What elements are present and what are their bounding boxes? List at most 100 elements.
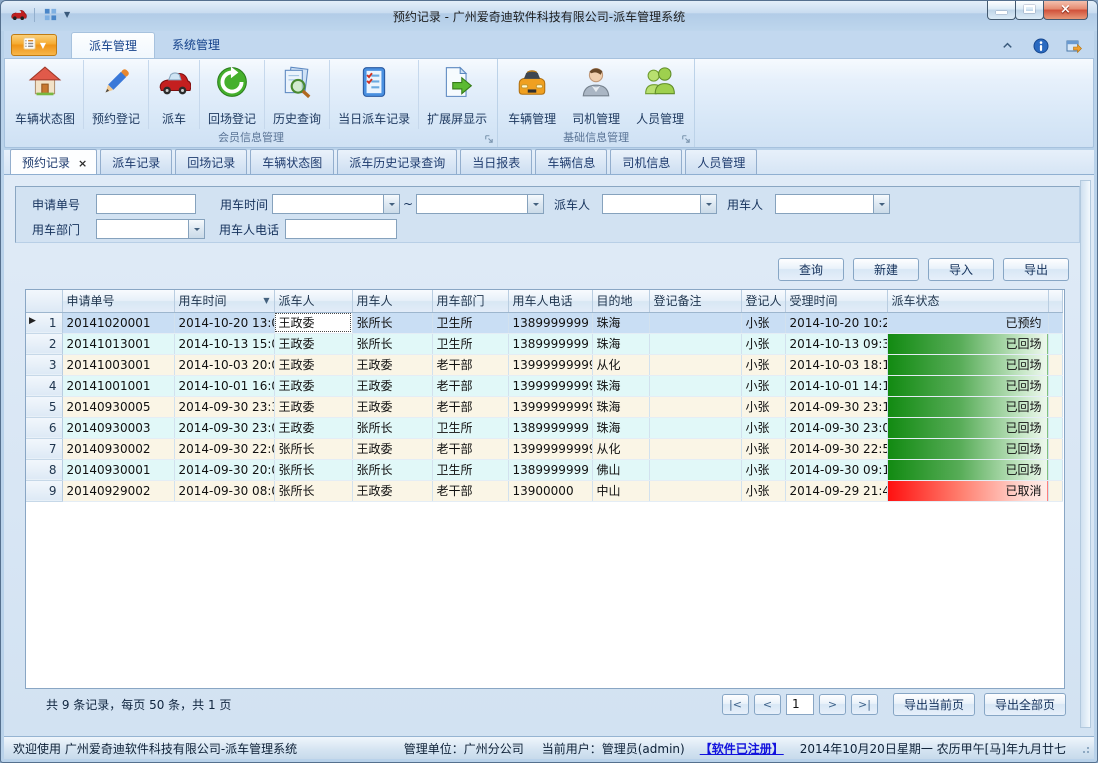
ribbon-button[interactable]: 人员管理 [628, 60, 692, 129]
grid-cell[interactable]: 20140930002 [62, 438, 174, 459]
grid-cell[interactable]: 卫生所 [432, 333, 508, 354]
query-button[interactable]: 查询 [778, 258, 844, 281]
grid-cell[interactable]: 中山 [592, 480, 649, 501]
grid-cell[interactable]: 2014-10-13 15:00 [174, 333, 274, 354]
combo-arrow-icon[interactable] [527, 194, 544, 214]
column-header[interactable]: 受理时间 [785, 290, 887, 312]
grid-cell[interactable]: 王政委 [352, 396, 432, 417]
dispatch-status-cell[interactable]: 已预约 [887, 312, 1048, 333]
grid-cell[interactable]: 卫生所 [432, 312, 508, 333]
switch-window-icon[interactable] [1065, 37, 1082, 54]
grid-cell[interactable]: 从化 [592, 438, 649, 459]
grid-cell[interactable]: 王政委 [352, 354, 432, 375]
table-row[interactable]: 7201409300022014-09-30 22:00张所长王政委老干部139… [26, 438, 1062, 459]
doc-tab[interactable]: 司机信息 [610, 149, 682, 174]
ribbon-tab[interactable]: 系统管理 [155, 32, 237, 58]
grid-cell[interactable]: 张所长 [352, 333, 432, 354]
ribbon-button[interactable]: 司机管理 [564, 60, 628, 129]
dispatch-status-cell[interactable]: 已回场 [887, 396, 1048, 417]
grid-cell[interactable]: 小张 [741, 375, 785, 396]
grid-cell[interactable]: 珠海 [592, 333, 649, 354]
grid-cell[interactable] [649, 459, 741, 480]
grid-cell[interactable]: 2014-10-13 09:34 [785, 333, 887, 354]
grid-cell[interactable]: 老干部 [432, 438, 508, 459]
application-menu-button[interactable]: ▼ [11, 34, 57, 56]
grid-cell[interactable]: 王政委 [274, 375, 352, 396]
column-header[interactable]: 登记备注 [649, 290, 741, 312]
grid-cell[interactable]: 20140930001 [62, 459, 174, 480]
department-combo[interactable] [96, 219, 205, 239]
dispatch-status-cell[interactable]: 已回场 [887, 417, 1048, 438]
column-header[interactable]: 派车状态 [887, 290, 1048, 312]
row-indicator[interactable]: 8 [26, 459, 62, 480]
grid-cell[interactable]: 2014-10-01 14:19 [785, 375, 887, 396]
row-indicator[interactable]: 7 [26, 438, 62, 459]
grid-cell[interactable]: 20141001001 [62, 375, 174, 396]
table-row[interactable]: 9201409290022014-09-30 08:00张所长王政委老干部139… [26, 480, 1062, 501]
row-indicator[interactable]: 2 [26, 333, 62, 354]
export-all-pages-button[interactable]: 导出全部页 [984, 693, 1066, 716]
grid-cell[interactable]: 从化 [592, 354, 649, 375]
grid-cell[interactable]: 王政委 [274, 333, 352, 354]
grid-cell[interactable]: 小张 [741, 312, 785, 333]
use-time-from-combo[interactable] [272, 194, 400, 214]
row-indicator[interactable]: 6 [26, 417, 62, 438]
dialog-launcher-icon[interactable] [679, 132, 691, 144]
minimize-button[interactable] [987, 1, 1016, 20]
grid-cell[interactable]: 小张 [741, 417, 785, 438]
grid-cell[interactable]: 老干部 [432, 375, 508, 396]
close-tab-icon[interactable]: × [78, 157, 87, 170]
grid-cell[interactable]: 老干部 [432, 396, 508, 417]
grid-cell[interactable]: 老干部 [432, 480, 508, 501]
combo-arrow-icon[interactable] [873, 194, 890, 214]
grid-cell[interactable]: 王政委 [352, 438, 432, 459]
doc-tab[interactable]: 回场记录 [175, 149, 247, 174]
column-header[interactable]: 用车人 [352, 290, 432, 312]
grid-cell[interactable]: 2014-10-20 10:24 [785, 312, 887, 333]
resize-grip-icon[interactable] [1080, 744, 1089, 753]
grid-cell[interactable]: 20141013001 [62, 333, 174, 354]
grid-cell[interactable]: 1389999999 [508, 417, 592, 438]
dispatch-status-cell[interactable]: 已回场 [887, 459, 1048, 480]
grid-cell[interactable]: 珠海 [592, 375, 649, 396]
new-button[interactable]: 新建 [853, 258, 919, 281]
grid-cell[interactable]: 卫生所 [432, 417, 508, 438]
grid-cell[interactable] [649, 438, 741, 459]
row-indicator[interactable]: 3 [26, 354, 62, 375]
quick-access-grid-icon[interactable] [42, 6, 59, 23]
grid-cell[interactable]: 13999999999 [508, 396, 592, 417]
table-row[interactable]: ▶1201410200012014-10-20 13:00王政委张所长卫生所13… [26, 312, 1062, 333]
grid-cell[interactable]: 珠海 [592, 312, 649, 333]
table-row[interactable]: 8201409300012014-09-30 20:00张所长张所长卫生所138… [26, 459, 1062, 480]
ribbon-button[interactable]: 当日派车记录 [330, 60, 419, 129]
grid-cell[interactable]: 2014-09-30 20:00 [174, 459, 274, 480]
row-indicator[interactable]: 9 [26, 480, 62, 501]
prev-page-button[interactable]: < [754, 694, 781, 715]
grid-cell[interactable]: 小张 [741, 459, 785, 480]
grid-cell[interactable]: 王政委 [352, 480, 432, 501]
grid-cell[interactable] [649, 333, 741, 354]
grid-cell[interactable]: 2014-09-30 23:00 [174, 417, 274, 438]
grid-cell[interactable]: 20141003001 [62, 354, 174, 375]
maximize-button[interactable] [1015, 1, 1044, 20]
grid-cell[interactable]: 2014-09-30 09:17 [785, 459, 887, 480]
grid-cell[interactable] [649, 417, 741, 438]
table-row[interactable]: 5201409300052014-09-30 23:30王政委王政委老干部139… [26, 396, 1062, 417]
software-registered-link[interactable]: 【软件已注册】 [700, 740, 784, 757]
grid-cell[interactable] [649, 396, 741, 417]
sort-filter-arrow-icon[interactable]: ▼ [263, 296, 269, 305]
column-header[interactable]: 目的地 [592, 290, 649, 312]
ribbon-tab[interactable]: 派车管理 [71, 32, 155, 59]
grid-cell[interactable]: 20140930005 [62, 396, 174, 417]
grid-cell[interactable]: 2014-09-30 22:59 [785, 438, 887, 459]
grid-cell[interactable]: 张所长 [274, 480, 352, 501]
grid-cell[interactable]: 13999999999 [508, 438, 592, 459]
dropdown-caret-icon[interactable]: ▼ [64, 10, 70, 19]
grid-cell[interactable]: 小张 [741, 333, 785, 354]
table-row[interactable]: 3201410030012014-10-03 20:00王政委王政委老干部139… [26, 354, 1062, 375]
grid-cell[interactable]: 张所长 [274, 459, 352, 480]
export-button[interactable]: 导出 [1003, 258, 1069, 281]
column-header[interactable]: 派车人 [274, 290, 352, 312]
dispatch-status-cell[interactable]: 已回场 [887, 438, 1048, 459]
phone-input[interactable] [285, 219, 397, 239]
